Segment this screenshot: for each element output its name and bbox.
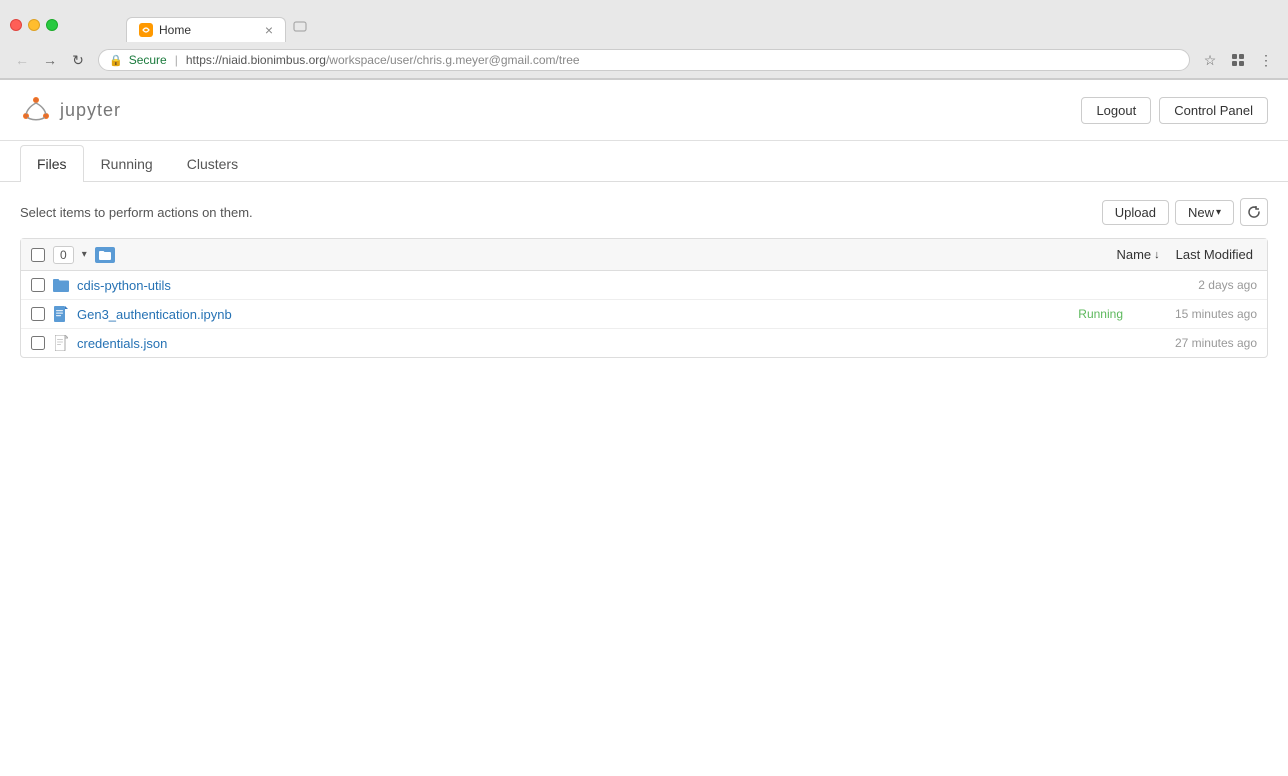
tab-title: Home — [159, 23, 259, 37]
app-container: jupyter Logout Control Panel Files Runni… — [0, 80, 1288, 374]
toolbar: Select items to perform actions on them.… — [20, 198, 1268, 226]
folder-icon — [53, 277, 69, 293]
control-panel-button[interactable]: Control Panel — [1159, 97, 1268, 124]
jupyter-logo-icon — [20, 94, 52, 126]
maximize-window-button[interactable] — [46, 19, 58, 31]
tab-running[interactable]: Running — [84, 145, 170, 182]
row-checkbox-1[interactable] — [31, 307, 45, 321]
extensions-button[interactable] — [1226, 48, 1250, 72]
minimize-window-button[interactable] — [28, 19, 40, 31]
toolbar-instruction: Select items to perform actions on them. — [20, 205, 253, 220]
bookmark-button[interactable]: ☆ — [1198, 48, 1222, 72]
menu-button[interactable]: ⋮ — [1254, 48, 1278, 72]
count-dropdown-button[interactable]: ▾ — [82, 249, 87, 260]
sort-by-name-button[interactable]: Name ↓ — [1112, 245, 1163, 264]
secure-icon: 🔒 — [109, 54, 123, 67]
upload-button[interactable]: Upload — [1102, 200, 1169, 225]
nav-buttons: ← → ↻ — [10, 48, 90, 72]
main-content: Select items to perform actions on them.… — [0, 182, 1288, 374]
refresh-files-button[interactable] — [1240, 198, 1268, 226]
header-buttons: Logout Control Panel — [1081, 97, 1268, 124]
browser-chrome: Home × ← → ↻ 🔒 Secure | https://niaid.bi… — [0, 0, 1288, 80]
table-row: credentials.json 27 minutes ago — [21, 329, 1267, 357]
check-all-checkbox[interactable] — [31, 248, 45, 262]
file-name-0[interactable]: cdis-python-utils — [77, 278, 1115, 293]
new-button-caret: ▾ — [1216, 207, 1221, 218]
file-modified-2: 27 minutes ago — [1137, 336, 1257, 350]
file-modified-1: 15 minutes ago — [1137, 307, 1257, 321]
new-tab-button[interactable] — [286, 14, 314, 42]
url-display: https://niaid.bionimbus.org/workspace/us… — [186, 53, 580, 67]
secure-label: Secure — [129, 53, 167, 67]
file-modified-0: 2 days ago — [1137, 278, 1257, 292]
jupyter-logo: jupyter — [20, 94, 121, 126]
file-name-1[interactable]: Gen3_authentication.ipynb — [77, 307, 1070, 322]
tabs-bar: Home × — [66, 14, 314, 42]
nav-tabs: Files Running Clusters — [0, 145, 1288, 182]
title-bar: Home × — [0, 0, 1288, 42]
jupyter-logo-text: jupyter — [60, 100, 121, 121]
close-window-button[interactable] — [10, 19, 22, 31]
table-row: Gen3_authentication.ipynb Running 15 min… — [21, 300, 1267, 329]
row-checkbox-2[interactable] — [31, 336, 45, 350]
logout-button[interactable]: Logout — [1081, 97, 1151, 124]
refresh-button[interactable]: ↻ — [66, 48, 90, 72]
tab-files[interactable]: Files — [20, 145, 84, 182]
url-separator: | — [175, 53, 178, 67]
json-file-icon — [53, 335, 69, 351]
file-status-1: Running — [1078, 307, 1123, 321]
tab-favicon — [139, 23, 153, 37]
row-checkbox-0[interactable] — [31, 278, 45, 292]
file-list-header: 0 ▾ Name ↓ Last Modified — [21, 239, 1267, 271]
url-bar[interactable]: 🔒 Secure | https://niaid.bionimbus.org/w… — [98, 49, 1190, 71]
toolbar-right: Upload New ▾ — [1102, 198, 1268, 226]
sort-by-modified-button[interactable]: Last Modified — [1172, 245, 1257, 264]
browser-tab-home[interactable]: Home × — [126, 17, 286, 42]
file-list: 0 ▾ Name ↓ Last Modified — [20, 238, 1268, 358]
address-bar: ← → ↻ 🔒 Secure | https://niaid.bionimbus… — [0, 42, 1288, 79]
traffic-lights — [10, 19, 58, 31]
item-count: 0 — [53, 246, 74, 264]
tab-close-button[interactable]: × — [265, 23, 273, 37]
folder-action-button[interactable] — [95, 247, 115, 263]
forward-button[interactable]: → — [38, 48, 62, 72]
notebook-icon — [53, 306, 69, 322]
back-button[interactable]: ← — [10, 48, 34, 72]
file-name-2[interactable]: credentials.json — [77, 336, 1115, 351]
app-header: jupyter Logout Control Panel — [0, 80, 1288, 141]
browser-actions: ☆ ⋮ — [1198, 48, 1278, 72]
new-button[interactable]: New ▾ — [1175, 200, 1234, 225]
tab-clusters[interactable]: Clusters — [170, 145, 255, 182]
table-row: cdis-python-utils 2 days ago — [21, 271, 1267, 300]
